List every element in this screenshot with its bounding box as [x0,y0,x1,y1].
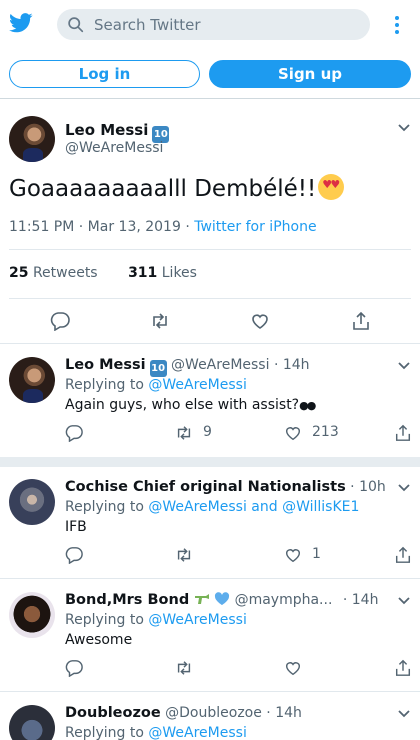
more-options-icon[interactable] [387,14,407,36]
reply-time[interactable]: · 14h [338,592,379,608]
avatar[interactable] [9,592,55,638]
like-icon [285,427,301,441]
retweet-icon[interactable] [150,311,170,331]
chevron-down-icon[interactable] [397,361,411,371]
reply-author-handle[interactable]: @maympha... [235,592,333,608]
reply-author-handle[interactable]: @Doubleozoe [165,705,262,721]
water-pistol-emoji-icon [194,594,209,604]
reply-text: Again guys, who else with assist?●● [65,397,316,413]
divider [0,98,420,99]
number-ten-emoji-icon: 10 [149,360,167,377]
chevron-down-icon[interactable] [397,123,411,133]
top-bar [0,0,420,50]
divider [9,298,411,299]
reply-header: Leo Messi 10 @WeAreMessi · 14h [65,357,310,377]
signup-button[interactable]: Sign up [209,60,411,88]
reply-header: Doubleozoe @Doubleozoe · 14h [65,705,302,721]
reply-author-handle[interactable]: @WeAreMessi [171,357,269,373]
reply-text: IFB [65,519,87,535]
reply-icon[interactable] [50,311,70,331]
search-icon [68,17,84,33]
tweet-source-link[interactable]: Twitter for iPhone [194,219,316,235]
likes-stat[interactable]: 311 Likes [128,265,197,281]
reply-author-name[interactable]: Doubleozoe [65,705,161,721]
avatar[interactable] [9,116,55,162]
reply-author-name[interactable]: Bond,Mrs Bond [65,592,189,608]
tweet-stats: 25 Retweets 311 Likes [9,265,197,281]
share-icon [395,424,411,441]
reply-author-name[interactable]: Cochise Chief original Nationalists [65,479,346,495]
share-icon [395,546,411,563]
divider [9,249,411,250]
like-icon [285,549,301,563]
reply-icon [65,660,83,677]
author-name[interactable]: Leo Messi [65,121,148,139]
chevron-down-icon[interactable] [397,483,411,493]
retweet-icon [177,548,191,562]
heart-eyes-emoji-icon [318,174,345,200]
reply-time[interactable]: · 10h [346,479,386,495]
chevron-down-icon[interactable] [397,709,411,719]
replying-to-link[interactable]: @WeAreMessi [148,612,246,628]
replying-to-link[interactable]: @WeAreMessi [148,725,246,740]
tweet-text: Goaaaaaaaaalll Dembélé!! [9,174,345,202]
search-box[interactable] [57,9,370,40]
chevron-down-icon[interactable] [397,596,411,606]
login-button[interactable]: Log in [9,60,200,88]
thread-separator [0,457,420,467]
avatar[interactable] [9,705,55,740]
retweets-stat[interactable]: 25 Retweets [9,265,98,281]
avatar[interactable] [9,479,55,525]
divider [0,691,420,692]
tweet-timestamp[interactable]: 11:51 PM · Mar 13, 2019 · [9,219,194,235]
reply-time[interactable]: · 14h [270,357,310,373]
share-icon[interactable] [351,311,371,331]
reply-icon [65,425,83,442]
divider [0,578,420,579]
share-icon [395,659,411,676]
reply-author-name[interactable]: Leo Messi [65,357,146,373]
reply-header: Bond,Mrs Bond @maympha... · 14h [65,592,378,608]
blue-heart-emoji-icon [215,592,230,605]
replying-to: Replying to @WeAreMessi [65,725,247,740]
avatar[interactable] [9,357,55,403]
tweet-meta: 11:51 PM · Mar 13, 2019 · Twitter for iP… [9,219,317,235]
replying-to: Replying to @WeAreMessi [65,612,247,628]
replying-to: Replying to @WeAreMessi [65,377,247,393]
twitter-logo-icon[interactable] [9,12,33,34]
reply-time[interactable]: · 14h [262,705,302,721]
retweet-icon [177,661,191,675]
reply-header: Cochise Chief original Nationalists · 10… [65,479,386,495]
replying-to-link[interactable]: @WeAreMessi [148,377,246,393]
replying-to: Replying to @WeAreMessi and @WillisKE1 [65,499,360,515]
reply-text: Awesome [65,632,133,648]
author-handle[interactable]: @WeAreMessi [65,140,163,156]
like-icon [285,662,301,676]
retweet-icon [177,426,191,440]
replying-to-link[interactable]: @WeAreMessi and @WillisKE1 [148,499,359,515]
like-icon[interactable] [250,311,270,331]
eyes-emoji-icon: ●● [299,399,316,412]
search-input[interactable] [94,13,354,36]
divider [0,343,420,344]
reply-icon [65,547,83,564]
